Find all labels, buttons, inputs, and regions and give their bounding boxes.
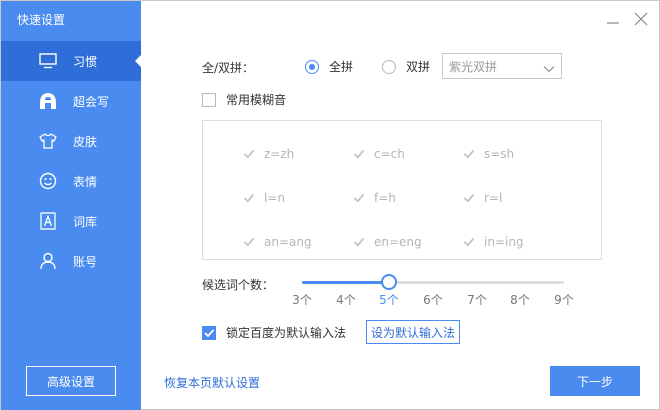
- sidebar-item-super-write[interactable]: 超会写: [1, 81, 141, 121]
- sidebar: 快速设置 习惯 超会写 皮肤 表情 词库 账号 高级设置: [1, 1, 141, 410]
- person-icon: [39, 252, 57, 270]
- double-pinyin-label: 双拼: [406, 60, 431, 74]
- lock-default-option[interactable]: 锁定百度为默认输入法: [202, 324, 346, 341]
- check-mark-icon: [353, 193, 365, 203]
- sidebar-item-account[interactable]: 账号: [1, 241, 141, 281]
- check-mark-icon: [463, 149, 475, 159]
- sidebar-nav: 习惯 超会写 皮肤 表情 词库 账号: [1, 41, 141, 281]
- slider-fill: [302, 281, 389, 284]
- lock-default-label: 锁定百度为默认输入法: [226, 326, 347, 340]
- restore-defaults-link[interactable]: 恢复本页默认设置: [164, 374, 260, 391]
- letter-a-icon: [39, 212, 57, 230]
- full-pinyin-option[interactable]: 全拼: [305, 58, 353, 75]
- double-pinyin-option[interactable]: 双拼: [382, 58, 430, 75]
- fuzzy-item: z=zh: [242, 147, 294, 161]
- tshirt-icon: [39, 132, 57, 150]
- minimize-icon[interactable]: [605, 11, 621, 27]
- full-pinyin-label: 全拼: [329, 60, 354, 74]
- sidebar-item-skin[interactable]: 皮肤: [1, 121, 141, 161]
- slider-thumb[interactable]: [381, 274, 397, 290]
- pinyin-mode-label: 全/双拼：: [202, 61, 255, 75]
- sidebar-item-habit[interactable]: 习惯: [1, 41, 141, 81]
- window-title: 快速设置: [17, 13, 66, 27]
- lock-default-checkbox[interactable]: [202, 325, 216, 340]
- fuzzy-item: in=ing: [462, 235, 524, 249]
- fuzzy-item: l=n: [242, 191, 285, 205]
- candidate-count-label: 候选词个数：: [202, 278, 275, 292]
- sidebar-item-label: 表情: [73, 174, 98, 189]
- fuzzy-sound-label: 常用模糊音: [226, 93, 287, 107]
- pen-logo-icon: [39, 92, 57, 110]
- check-mark-icon: [243, 149, 255, 159]
- slider-tick[interactable]: 6个: [423, 291, 443, 308]
- check-mark-icon: [353, 237, 365, 247]
- monitor-icon: [39, 52, 57, 70]
- sidebar-item-label: 皮肤: [73, 134, 98, 149]
- slider-tick[interactable]: 3个: [292, 291, 312, 308]
- next-button[interactable]: 下一步: [550, 366, 640, 396]
- check-mark-icon: [463, 237, 475, 247]
- settings-window: 快速设置 习惯 超会写 皮肤 表情 词库 账号 高级设置 全/双拼： 全拼 双拼…: [0, 0, 660, 410]
- sidebar-item-emoji[interactable]: 表情: [1, 161, 141, 201]
- sidebar-item-lexicon[interactable]: 词库: [1, 201, 141, 241]
- smiley-icon: [39, 172, 57, 190]
- advanced-settings-button[interactable]: 高级设置: [26, 366, 116, 396]
- close-icon[interactable]: [633, 11, 649, 27]
- check-mark-icon: [204, 328, 215, 337]
- fuzzy-item: c=ch: [352, 147, 405, 161]
- set-default-ime-button[interactable]: 设为默认输入法: [366, 320, 460, 344]
- fuzzy-item: r=l: [462, 191, 502, 205]
- double-pinyin-radio[interactable]: [382, 59, 396, 74]
- double-pinyin-scheme-value: 紫光双拼: [449, 59, 498, 74]
- sidebar-item-label: 账号: [73, 254, 98, 269]
- slider-tick[interactable]: 8个: [510, 291, 530, 308]
- sidebar-item-label: 习惯: [73, 54, 98, 69]
- check-mark-icon: [463, 193, 475, 203]
- sidebar-item-label: 超会写: [73, 94, 110, 109]
- candidate-count-slider[interactable]: [302, 274, 564, 290]
- slider-tick[interactable]: 4个: [336, 291, 356, 308]
- fuzzy-sound-option[interactable]: 常用模糊音: [202, 91, 286, 108]
- sidebar-item-label: 词库: [73, 214, 98, 229]
- double-pinyin-scheme-select[interactable]: 紫光双拼: [442, 53, 562, 79]
- check-mark-icon: [243, 193, 255, 203]
- fuzzy-sound-checkbox[interactable]: [202, 92, 216, 107]
- slider-tick[interactable]: 9个: [554, 291, 574, 308]
- fuzzy-item: s=sh: [462, 147, 514, 161]
- slider-tick[interactable]: 7个: [467, 291, 487, 308]
- fuzzy-sound-panel: z=zh c=ch s=sh l=n f=h r=l an=ang en=eng…: [202, 120, 602, 260]
- fuzzy-item: en=eng: [352, 235, 422, 249]
- check-mark-icon: [243, 237, 255, 247]
- chevron-down-icon: [543, 62, 555, 76]
- slider-tick-selected[interactable]: 5个: [379, 291, 399, 308]
- check-mark-icon: [353, 149, 365, 159]
- full-pinyin-radio[interactable]: [305, 59, 319, 74]
- fuzzy-item: an=ang: [242, 235, 312, 249]
- fuzzy-item: f=h: [352, 191, 396, 205]
